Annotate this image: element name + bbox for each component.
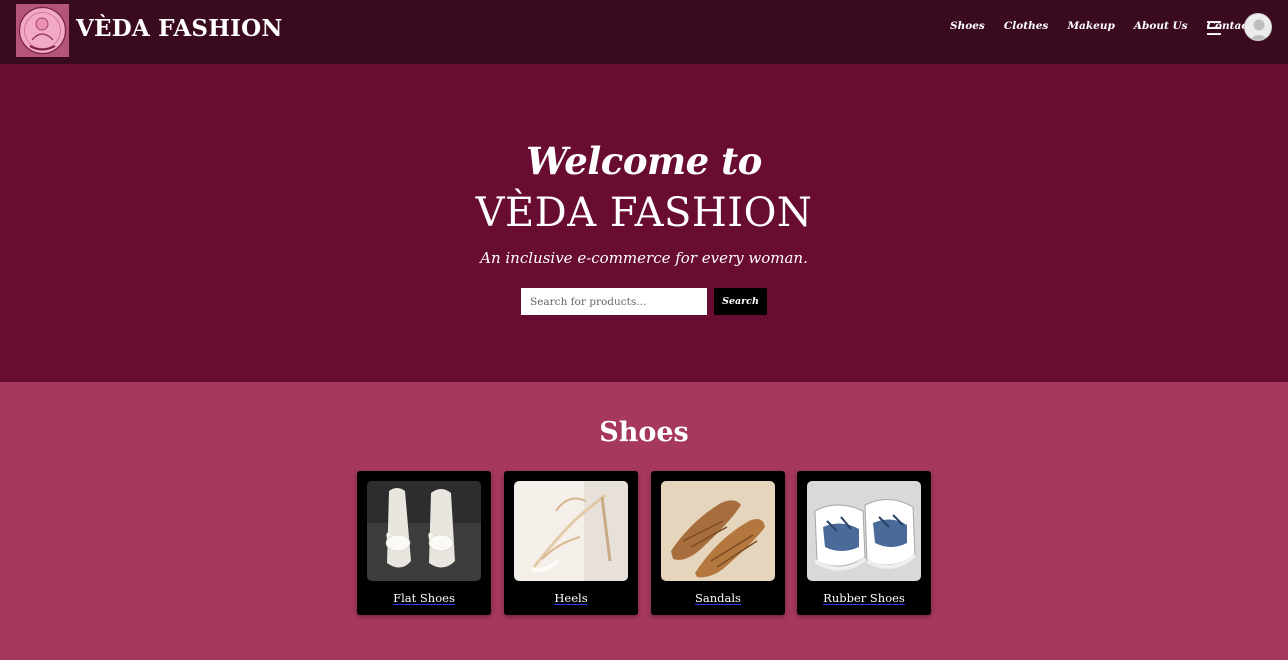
brand-name[interactable]: VÈDA FASHION — [76, 15, 283, 42]
user-avatar-icon[interactable] — [1244, 13, 1272, 41]
category-card-heels[interactable]: Heels — [504, 471, 638, 615]
rubber-shoes-image[interactable] — [807, 481, 921, 581]
top-navbar: VÈDA FASHION Shoes Clothes Makeup About … — [0, 0, 1288, 64]
hero-title: VÈDA FASHION — [475, 190, 813, 236]
hero-tagline: An inclusive e-commerce for every woman. — [480, 249, 808, 267]
hero-welcome-text: Welcome to — [526, 139, 762, 183]
search-button[interactable]: Search — [714, 288, 767, 315]
sandals-image[interactable] — [661, 481, 775, 581]
category-card-rubber-shoes[interactable]: Rubber Shoes — [797, 471, 931, 615]
category-card-flat-shoes[interactable]: Flat Shoes — [357, 471, 491, 615]
heels-image[interactable] — [514, 481, 628, 581]
nav-link-makeup[interactable]: Makeup — [1067, 18, 1114, 34]
category-label[interactable]: Flat Shoes — [357, 591, 491, 605]
category-label[interactable]: Heels — [504, 591, 638, 605]
brand-logo[interactable] — [16, 4, 69, 57]
hero-banner: Welcome to VÈDA FASHION An inclusive e-c… — [0, 64, 1288, 382]
nav-link-about-us[interactable]: About Us — [1134, 18, 1188, 34]
category-card-sandals[interactable]: Sandals — [651, 471, 785, 615]
category-label[interactable]: Rubber Shoes — [797, 591, 931, 605]
nav-link-shoes[interactable]: Shoes — [950, 18, 985, 34]
flat-shoes-image[interactable] — [367, 481, 481, 581]
category-label[interactable]: Sandals — [651, 591, 785, 605]
hamburger-icon[interactable]: ☰ — [1205, 18, 1223, 40]
nav-link-clothes[interactable]: Clothes — [1004, 18, 1048, 34]
shoes-section-title: Shoes — [599, 417, 689, 448]
search-input[interactable] — [521, 288, 707, 315]
